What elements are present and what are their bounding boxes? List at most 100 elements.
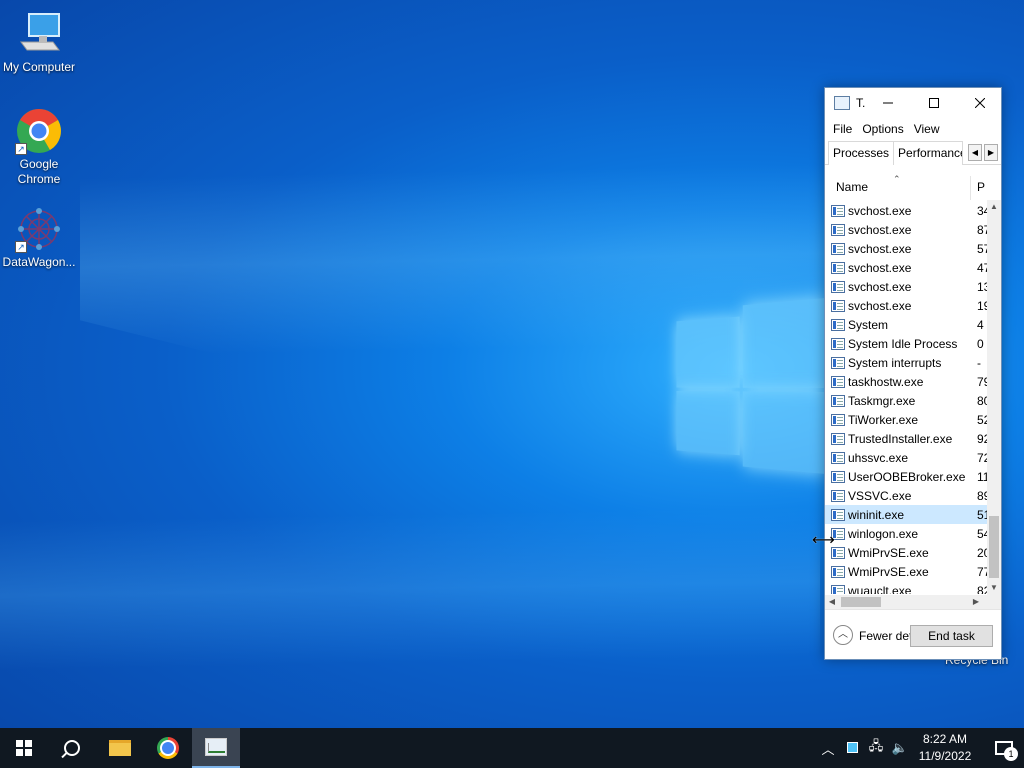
process-name: System [848, 317, 889, 332]
process-row[interactable]: Taskmgr.exe 80 [825, 391, 987, 410]
process-row[interactable]: svchost.exe 13 [825, 277, 987, 296]
tab-performance[interactable]: Performance [893, 141, 964, 165]
process-icon [831, 242, 845, 255]
process-icon [831, 565, 845, 578]
desktop-icon-datawagon[interactable]: ↗ DataWagon... [0, 205, 78, 270]
menu-bar: File Options View [825, 118, 1001, 140]
process-icon [831, 584, 845, 594]
action-center-button[interactable]: 1 [984, 728, 1024, 768]
process-row[interactable]: taskhostw.exe 79 [825, 372, 987, 391]
scroll-thumb[interactable] [841, 597, 881, 607]
task-manager-window[interactable]: T. File Options View Processes Performan… [824, 87, 1002, 660]
column-divider[interactable] [970, 176, 971, 200]
menu-options[interactable]: Options [857, 122, 908, 136]
tab-scroll-left-icon[interactable]: ◀ [968, 144, 982, 161]
process-name: TrustedInstaller.exe [848, 431, 953, 446]
process-name: VSSVC.exe [848, 488, 912, 503]
process-pid: 72 [977, 450, 987, 465]
process-row[interactable]: svchost.exe 34 [825, 201, 987, 220]
process-pid: - [977, 355, 981, 370]
process-name: Taskmgr.exe [848, 393, 916, 408]
start-button[interactable] [0, 728, 48, 768]
process-row[interactable]: TrustedInstaller.exe 92 [825, 429, 987, 448]
taskbar-file-explorer[interactable] [96, 728, 144, 768]
app-tray-icon[interactable] [840, 741, 864, 756]
volume-icon[interactable]: 🔈 [888, 740, 912, 756]
process-row[interactable]: TiWorker.exe 52 [825, 410, 987, 429]
process-name: WmiPrvSE.exe [848, 564, 929, 579]
process-icon [831, 432, 845, 445]
process-row[interactable]: wininit.exe 51 [825, 505, 987, 524]
process-row[interactable]: System interrupts - [825, 353, 987, 372]
taskbar-task-manager[interactable] [192, 728, 240, 768]
process-row[interactable]: uhssvc.exe 72 [825, 448, 987, 467]
maximize-button[interactable] [911, 88, 957, 118]
process-icon [831, 470, 845, 483]
task-manager-icon [205, 738, 227, 756]
horizontal-scrollbar[interactable]: ◀ ▶ [825, 595, 1001, 609]
process-icon [831, 223, 845, 236]
process-row[interactable]: UserOOBEBroker.exe 11 [825, 467, 987, 486]
vertical-scrollbar[interactable]: ▲ ▼ [987, 200, 1001, 595]
process-row[interactable]: wuauclt.exe 82 [825, 581, 987, 594]
process-row[interactable]: System 4 [825, 315, 987, 334]
process-pid: 79 [977, 374, 987, 389]
scroll-left-icon[interactable]: ◀ [825, 595, 839, 609]
scroll-up-icon[interactable]: ▲ [987, 200, 1001, 214]
chrome-icon: ↗ [15, 107, 63, 155]
process-row[interactable]: System Idle Process 0 [825, 334, 987, 353]
tab-scroll-right-icon[interactable]: ▶ [984, 144, 998, 161]
process-icon [831, 356, 845, 369]
chevron-up-icon[interactable]: ︿ [816, 739, 840, 758]
notification-badge: 1 [1004, 747, 1018, 761]
fewer-details-link[interactable]: Fewer details [859, 629, 911, 643]
chevron-up-icon[interactable]: ︿ [833, 625, 853, 645]
scroll-down-icon[interactable]: ▼ [987, 581, 1001, 595]
process-name: TiWorker.exe [848, 412, 919, 427]
desktop-icon-label: DataWagon... [2, 255, 76, 269]
process-icon [831, 394, 845, 407]
network-icon[interactable]: 🖧 [864, 737, 888, 759]
process-name: UserOOBEBroker.exe [848, 469, 966, 484]
process-name: svchost.exe [848, 298, 912, 313]
process-icon [831, 318, 845, 331]
column-pid[interactable]: P [977, 180, 985, 194]
column-header: ⌃ Name P [825, 174, 1001, 200]
process-name: wuauclt.exe [848, 583, 912, 595]
scroll-thumb[interactable] [989, 516, 999, 578]
process-row[interactable]: winlogon.exe 54 [825, 524, 987, 543]
process-row[interactable]: WmiPrvSE.exe 77 [825, 562, 987, 581]
desktop-icon-google-chrome[interactable]: ↗ Google Chrome [0, 107, 78, 187]
taskbar-chrome[interactable] [144, 728, 192, 768]
clock[interactable]: 8:22 AM 11/9/2022 [914, 731, 976, 765]
process-pid: 47 [977, 260, 987, 275]
bottom-bar: ︿ Fewer details End task [825, 609, 1001, 659]
process-row[interactable]: WmiPrvSE.exe 20 [825, 543, 987, 562]
minimize-button[interactable] [865, 88, 911, 118]
process-pid: 92 [977, 431, 987, 446]
menu-view[interactable]: View [909, 122, 945, 136]
search-button[interactable] [48, 728, 96, 768]
process-pid: 52 [977, 412, 987, 427]
process-row[interactable]: svchost.exe 57 [825, 239, 987, 258]
process-row[interactable]: svchost.exe 47 [825, 258, 987, 277]
clock-time: 8:22 AM [922, 732, 968, 746]
process-row[interactable]: svchost.exe 87 [825, 220, 987, 239]
menu-file[interactable]: File [828, 122, 857, 136]
process-row[interactable]: svchost.exe 19 [825, 296, 987, 315]
tab-processes[interactable]: Processes [828, 141, 895, 165]
process-icon [831, 204, 845, 217]
process-row[interactable]: VSSVC.exe 89 [825, 486, 987, 505]
close-icon [975, 98, 985, 108]
scroll-right-icon[interactable]: ▶ [969, 595, 983, 609]
desktop-icon-my-computer[interactable]: My Computer [0, 10, 78, 75]
column-name[interactable]: Name [836, 180, 868, 194]
close-button[interactable] [957, 88, 1003, 118]
process-name: WmiPrvSE.exe [848, 545, 929, 560]
end-task-button[interactable]: End task [910, 625, 993, 647]
process-icon [831, 489, 845, 502]
computer-icon [15, 10, 63, 58]
process-icon [831, 375, 845, 388]
process-name: uhssvc.exe [848, 450, 909, 465]
title-bar[interactable]: T. [825, 88, 1001, 118]
